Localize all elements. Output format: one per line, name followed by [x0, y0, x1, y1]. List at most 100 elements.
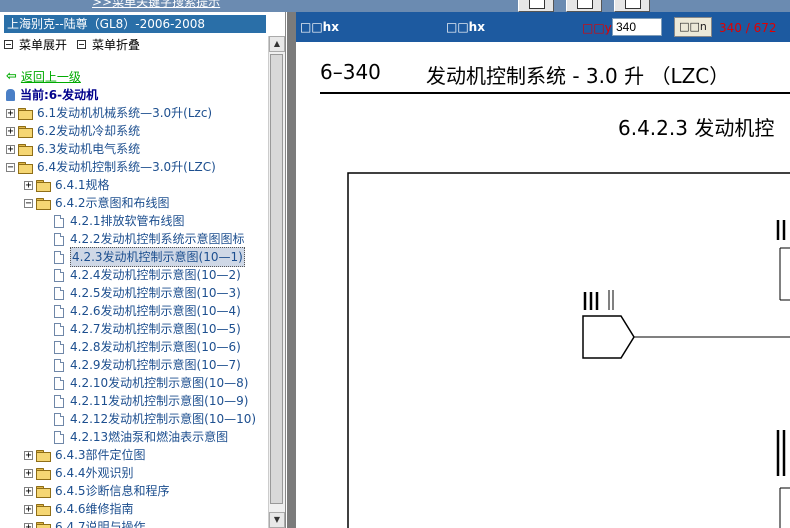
tree-item-label[interactable]: 4.2.11发动机控制示意图(10—9) [70, 392, 248, 410]
tree-item-label[interactable]: 4.2.4发动机控制示意图(10—2) [70, 266, 241, 284]
document-page: 6–340 发动机控制系统 - 3.0 升 （LZC） 6.4.2.3 发动机控 [296, 42, 790, 528]
tree-item-label[interactable]: 6.4.6维修指南 [55, 500, 134, 518]
tree-doc-item[interactable]: 4.2.4发动机控制示意图(10—2) [42, 266, 241, 284]
tree-doc-item[interactable]: 4.2.2发动机控制系统示意图图标 [42, 230, 245, 248]
document-icon [54, 322, 64, 336]
tree-folder-item[interactable]: +6.4.5诊断信息和程序 [24, 482, 170, 500]
tree-doc-item[interactable]: 4.2.7发动机控制示意图(10—5) [42, 320, 241, 338]
tree-item-label[interactable]: 6.4.2示意图和布线图 [55, 194, 170, 212]
tree-doc-item[interactable]: 4.2.8发动机控制示意图(10—6) [42, 338, 241, 356]
collapse-icon[interactable]: − [24, 198, 33, 208]
expand-icon[interactable]: + [24, 468, 33, 478]
tree-item-label[interactable]: 4.2.5发动机控制示意图(10—3) [70, 284, 241, 302]
folder-icon [36, 179, 51, 192]
collapse-icon[interactable]: − [6, 162, 15, 172]
tree-item-label[interactable]: 4.2.7发动机控制示意图(10—5) [70, 320, 241, 338]
tree-item-label[interactable]: 4.2.12发动机控制示意图(10—10) [70, 410, 256, 428]
tree-item-label[interactable]: 6.2发动机冷却系统 [37, 122, 140, 140]
header-rule [320, 92, 790, 94]
document-icon [54, 268, 64, 282]
tree-folder-item[interactable]: +6.4.7说明与操作 [24, 518, 146, 528]
tree-item-label[interactable]: 6.4.3部件定位图 [55, 446, 146, 464]
tree-folder-item[interactable]: − 6.4.2示意图和布线图 [24, 194, 170, 212]
expand-icon[interactable]: + [24, 522, 33, 528]
panel-title: 上海别克--陆尊（GL8）-2006-2008 [4, 15, 266, 33]
scroll-thumb[interactable] [270, 54, 283, 504]
tree-item-label[interactable]: 4.2.8发动机控制示意图(10—6) [70, 338, 241, 356]
tree-folder-item[interactable]: +6.2发动机冷却系统 [6, 122, 140, 140]
folder-icon [18, 143, 33, 156]
expand-icon[interactable]: + [24, 450, 33, 460]
tree-item-label[interactable]: 6.4.7说明与操作 [55, 518, 146, 528]
tree-item-label[interactable]: 4.2.2发动机控制系统示意图图标 [70, 230, 245, 248]
tree-doc-item[interactable]: 4.2.6发动机控制示意图(10—4) [42, 302, 241, 320]
menu-expand-button[interactable]: 菜单展开 [4, 36, 67, 53]
tree-folder-item[interactable]: +6.1发动机机械系统—3.0升(Lzc) [6, 104, 212, 122]
page-number-input[interactable] [612, 18, 662, 36]
tree-item-label[interactable]: 6.4.4外观识别 [55, 464, 134, 482]
connector-label-glyph [583, 292, 599, 310]
tree-item-label[interactable]: 6.4.1规格 [55, 176, 110, 194]
folder-icon [36, 521, 51, 528]
tree-doc-item[interactable]: 4.2.3发动机控制示意图(10—1) [42, 247, 245, 267]
tree-doc-item[interactable]: 4.2.5发动机控制示意图(10—3) [42, 284, 241, 302]
menu-collapse-button[interactable]: 菜单折叠 [77, 36, 140, 53]
tree-doc-item[interactable]: 4.2.9发动机控制示意图(10—7) [42, 356, 241, 374]
tree-folder-item[interactable]: +6.4.6维修指南 [24, 500, 134, 518]
keyword-search-link[interactable]: >>菜单关键字搜索提示 [92, 0, 220, 10]
document-icon [54, 376, 64, 390]
folder-icon [36, 449, 51, 462]
tree-folder-item[interactable]: +6.4.1规格 [24, 176, 110, 194]
tree-folder-item[interactable]: +6.4.4外观识别 [24, 464, 134, 482]
tree-doc-item[interactable]: 4.2.13燃油泵和燃油表示意图 [42, 428, 228, 446]
toolbar-window-button-3[interactable] [614, 0, 650, 12]
tree-folder-item[interactable]: +6.4.3部件定位图 [24, 446, 146, 464]
doc-header-title: 发动机控制系统 - 3.0 升 （LZC） [426, 64, 730, 88]
go-to-page-button[interactable]: □□n [674, 17, 712, 37]
scroll-up-icon[interactable]: ▲ [269, 36, 285, 52]
panel-splitter[interactable] [286, 12, 296, 528]
expand-icon[interactable]: + [6, 126, 15, 136]
tree-item-label[interactable]: 4.2.3发动机控制示意图(10—1) [70, 247, 245, 267]
expand-icon[interactable]: + [24, 486, 33, 496]
tree-item-label[interactable]: 6.3发动机电气系统 [37, 140, 140, 158]
tree-item-label[interactable]: 6.4.5诊断信息和程序 [55, 482, 170, 500]
tree-doc-item[interactable]: 4.2.11发动机控制示意图(10—9) [42, 392, 248, 410]
expand-icon[interactable]: + [24, 180, 33, 190]
menu-expand-label: 菜单展开 [19, 37, 68, 52]
toolbar-window-button-1[interactable] [518, 0, 554, 12]
document-icon [54, 250, 64, 264]
connector-symbol [582, 315, 635, 359]
tree-item-label[interactable]: 6.4发动机控制系统—3.0升(LZC) [37, 158, 216, 176]
page-count: 340 / 672 [719, 21, 777, 35]
tree-folder-item[interactable]: +6.3发动机电气系统 [6, 140, 140, 158]
tree-folder-item[interactable]: − 6.4发动机控制系统—3.0升(LZC) [6, 158, 216, 176]
doc-section-title: 6.4.2.3 发动机控 [618, 116, 775, 140]
scroll-down-icon[interactable]: ▼ [269, 512, 285, 528]
current-location-label: 当前:6-发动机 [20, 88, 99, 102]
wiring-diagram [347, 172, 790, 528]
back-link-row[interactable]: ⇦ 返回上一级 [6, 68, 81, 86]
tree-doc-item[interactable]: 4.2.1排放软管布线图 [42, 212, 185, 230]
toolbar-window-button-2[interactable] [566, 0, 602, 12]
back-link[interactable]: 返回上一级 [21, 68, 81, 86]
back-arrow-icon: ⇦ [6, 69, 17, 84]
top-strip: >>菜单关键字搜索提示 [0, 0, 790, 12]
next-page-button[interactable]: □□hx [446, 20, 485, 34]
document-icon [54, 286, 64, 300]
tree-doc-item[interactable]: 4.2.10发动机控制示意图(10—8) [42, 374, 248, 392]
tree-scrollbar[interactable]: ▲ ▼ [268, 36, 285, 528]
expand-icon[interactable]: + [6, 108, 15, 118]
folder-icon [36, 485, 51, 498]
tree-item-label[interactable]: 4.2.13燃油泵和燃油表示意图 [70, 428, 228, 446]
tree-item-label[interactable]: 4.2.9发动机控制示意图(10—7) [70, 356, 241, 374]
expand-icon[interactable]: + [24, 504, 33, 514]
menu-row: 菜单展开 菜单折叠 [4, 36, 150, 52]
tree-item-label[interactable]: 4.2.1排放软管布线图 [70, 212, 185, 230]
tree-item-label[interactable]: 6.1发动机机械系统—3.0升(Lzc) [37, 104, 212, 122]
expand-icon[interactable]: + [6, 144, 15, 154]
tree-item-label[interactable]: 4.2.6发动机控制示意图(10—4) [70, 302, 241, 320]
tree-item-label[interactable]: 4.2.10发动机控制示意图(10—8) [70, 374, 248, 392]
tree-doc-item[interactable]: 4.2.12发动机控制示意图(10—10) [42, 410, 256, 428]
prev-page-button[interactable]: □□hx [300, 20, 339, 34]
